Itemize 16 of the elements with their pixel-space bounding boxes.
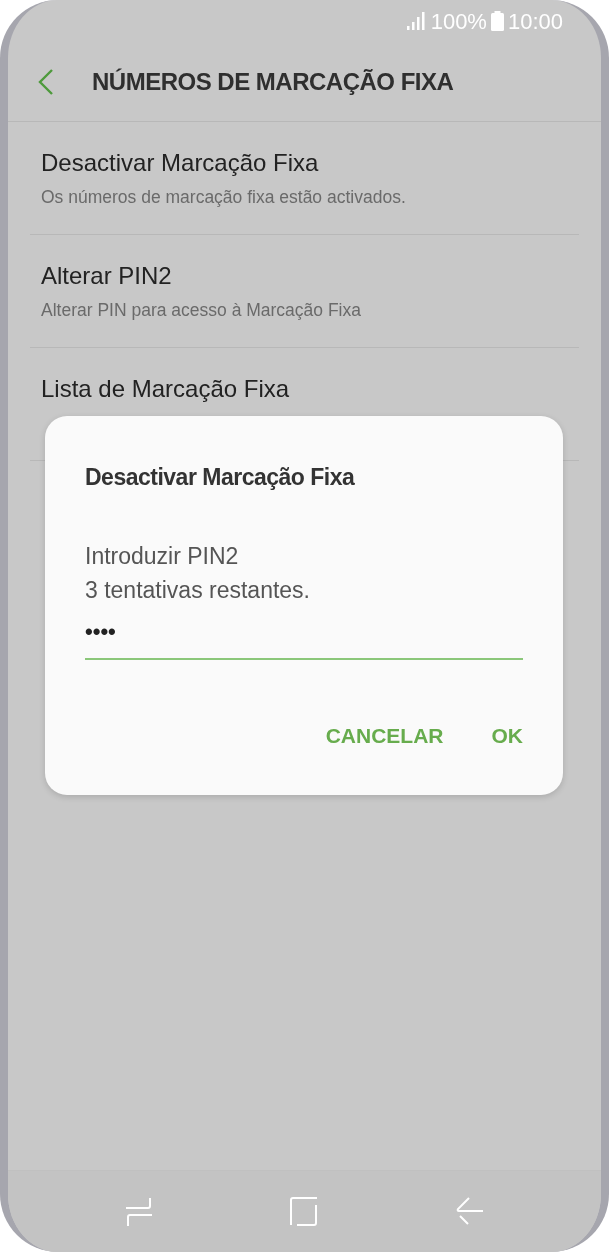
signal-icon: [406, 12, 427, 30]
item-subtitle: Os números de marcação fixa estão activados.: [41, 186, 407, 209]
item-title: Alterar PIN2: [41, 261, 173, 291]
pin-field[interactable]: ••••: [85, 614, 523, 660]
dialog-message: Introduzir PIN2 3 tentativas restantes.: [85, 541, 311, 605]
cancel-button[interactable]: CANCELAR: [325, 715, 444, 755]
dialog-title: Desactivar Marcação Fixa: [85, 463, 356, 492]
back-icon[interactable]: [38, 67, 54, 96]
ok-button[interactable]: OK: [491, 715, 523, 755]
battery-icon: [490, 11, 504, 31]
item-title: Desactivar Marcação Fixa: [41, 148, 320, 178]
recent-apps-icon[interactable]: [124, 1196, 153, 1227]
screen-title: NÚMEROS DE MARCAÇÃO FIXA: [92, 66, 454, 97]
item-title: Lista de Marcação Fixa: [41, 374, 291, 404]
home-icon[interactable]: [290, 1197, 319, 1226]
item-subtitle: Alterar PIN para acesso à Marcação Fixa: [41, 299, 362, 322]
